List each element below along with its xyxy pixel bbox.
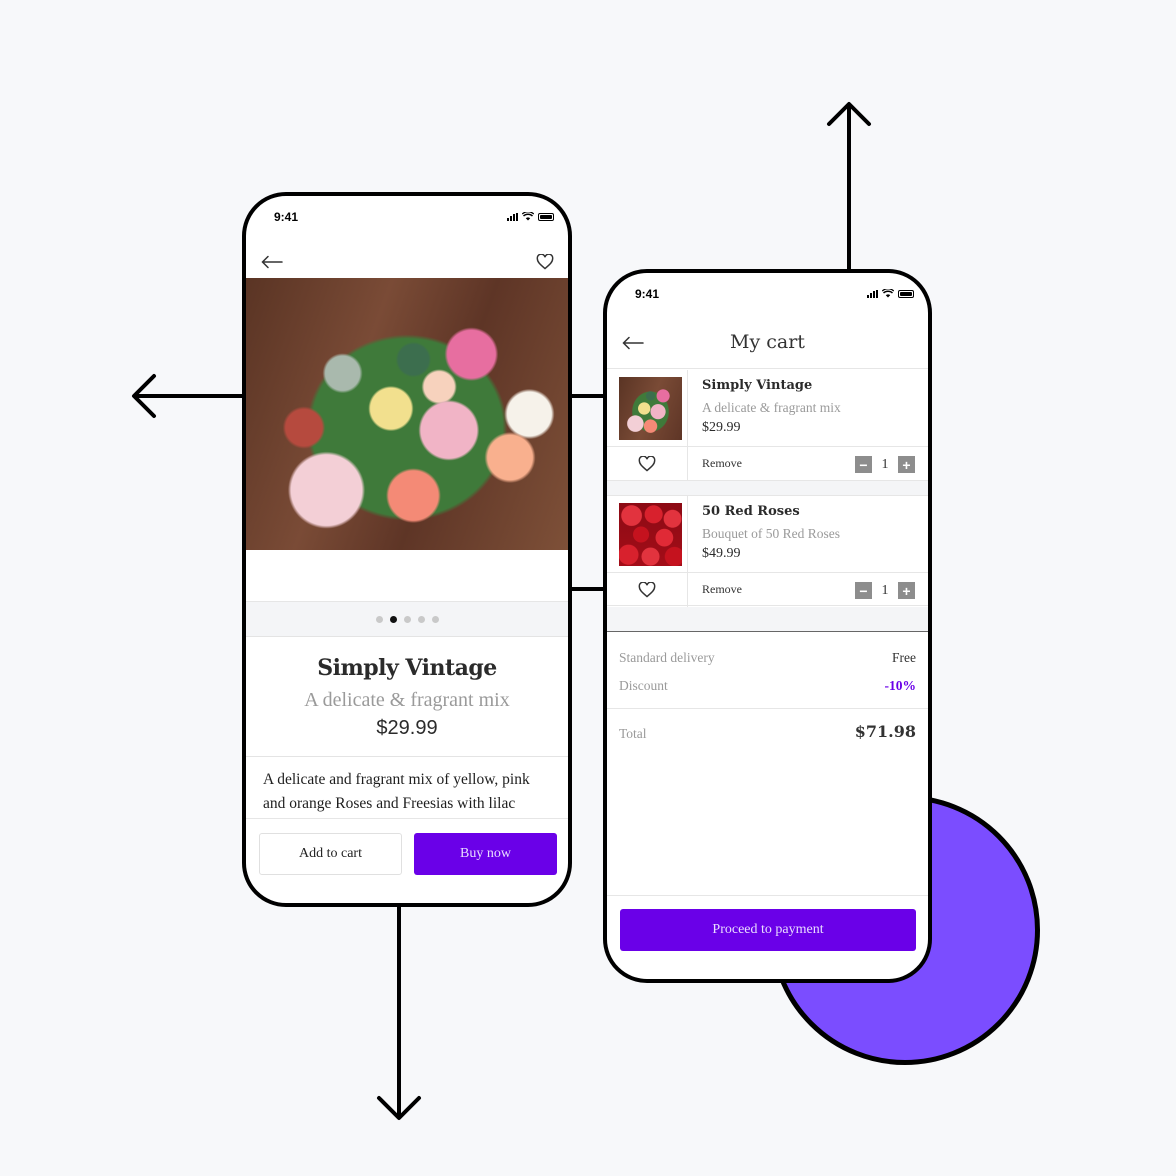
cart-item-image bbox=[619, 377, 682, 440]
summary-divider bbox=[607, 631, 928, 632]
carousel-dot[interactable] bbox=[417, 615, 425, 623]
wifi-icon bbox=[882, 289, 894, 298]
heart-icon bbox=[638, 582, 656, 598]
cart-item-actions: Remove − 1 + bbox=[607, 446, 928, 481]
product-detail-screen: 9:41 Simply Vintage A delicate & fragran… bbox=[242, 192, 572, 907]
decrement-button[interactable]: − bbox=[855, 582, 872, 599]
product-subtitle: A delicate & fragrant mix bbox=[304, 689, 510, 711]
signal-icon bbox=[507, 213, 518, 221]
connector-down bbox=[397, 905, 401, 1117]
quantity-value: 1 bbox=[881, 456, 889, 472]
cart-item: 50 Red Roses Bouquet of 50 Red Roses $49… bbox=[607, 495, 928, 607]
cart-item: Simply Vintage A delicate & fragrant mix… bbox=[607, 370, 928, 481]
battery-icon bbox=[538, 213, 554, 221]
back-button[interactable] bbox=[258, 250, 286, 274]
product-title: Simply Vintage bbox=[317, 655, 497, 681]
signal-icon bbox=[867, 290, 878, 298]
cart-item-actions: Remove − 1 + bbox=[607, 572, 928, 607]
connector-bridge-top bbox=[570, 394, 606, 398]
carousel-indicator bbox=[246, 602, 568, 637]
delivery-label: Standard delivery bbox=[619, 650, 715, 665]
divider bbox=[607, 708, 928, 709]
nav-bar bbox=[246, 244, 568, 280]
heart-icon bbox=[638, 456, 656, 472]
cart-item-price: $49.99 bbox=[702, 546, 741, 561]
carousel-dot[interactable] bbox=[375, 615, 383, 623]
total-value: $71.98 bbox=[854, 722, 916, 741]
image-padding bbox=[246, 550, 568, 602]
arrow-down-icon bbox=[377, 1096, 421, 1120]
carousel-dot-active[interactable] bbox=[389, 615, 397, 623]
summary-spacer bbox=[607, 607, 928, 632]
remove-button[interactable]: Remove bbox=[702, 582, 742, 597]
favorite-button[interactable] bbox=[532, 250, 558, 274]
favorite-button[interactable] bbox=[607, 447, 688, 481]
status-time: 9:41 bbox=[274, 210, 299, 224]
cart-item-price: $29.99 bbox=[702, 420, 741, 435]
buy-now-button[interactable]: Buy now bbox=[414, 833, 557, 875]
cart-screen: 9:41 My cart Simply Vintage A delicate &… bbox=[603, 269, 932, 983]
discount-value: -10% bbox=[884, 678, 917, 693]
quantity-stepper: − 1 + bbox=[855, 456, 915, 473]
arrow-left-icon bbox=[132, 374, 156, 418]
quantity-stepper: − 1 + bbox=[855, 582, 915, 599]
heart-icon bbox=[536, 254, 554, 270]
cart-item-name: Simply Vintage bbox=[702, 378, 813, 393]
product-image bbox=[246, 278, 568, 550]
cart-item-name: 50 Red Roses bbox=[702, 504, 800, 519]
favorite-button[interactable] bbox=[607, 573, 688, 607]
cart-item-image bbox=[619, 503, 682, 566]
remove-button[interactable]: Remove bbox=[702, 456, 742, 471]
decrement-button[interactable]: − bbox=[855, 456, 872, 473]
arrow-left-icon bbox=[261, 255, 283, 269]
increment-button[interactable]: + bbox=[898, 582, 915, 599]
wifi-icon bbox=[522, 212, 534, 221]
divider bbox=[246, 818, 568, 819]
quantity-value: 1 bbox=[881, 582, 889, 598]
cart-item-description: A delicate & fragrant mix bbox=[702, 400, 841, 415]
total-label: Total bbox=[619, 726, 647, 741]
arrow-up-icon bbox=[827, 102, 871, 126]
status-time: 9:41 bbox=[635, 287, 660, 301]
connector-bridge-bottom bbox=[570, 587, 606, 591]
product-description: A delicate and fragrant mix of yellow, p… bbox=[263, 771, 530, 812]
status-bar: 9:41 bbox=[246, 196, 568, 236]
page-title: My cart bbox=[730, 331, 805, 353]
product-price: $29.99 bbox=[376, 717, 438, 739]
add-to-cart-button[interactable]: Add to cart bbox=[259, 833, 402, 875]
status-bar: 9:41 bbox=[607, 273, 928, 313]
divider bbox=[607, 895, 928, 896]
product-info: Simply Vintage A delicate & fragrant mix… bbox=[246, 637, 568, 757]
item-spacer bbox=[607, 481, 928, 495]
discount-label: Discount bbox=[619, 678, 668, 693]
cart-item-description: Bouquet of 50 Red Roses bbox=[702, 526, 840, 541]
increment-button[interactable]: + bbox=[898, 456, 915, 473]
carousel-dot[interactable] bbox=[431, 615, 439, 623]
delivery-value: Free bbox=[892, 650, 916, 665]
carousel-dot[interactable] bbox=[403, 615, 411, 623]
proceed-to-payment-button[interactable]: Proceed to payment bbox=[620, 909, 916, 951]
battery-icon bbox=[898, 290, 914, 298]
nav-bar: My cart bbox=[607, 321, 928, 369]
